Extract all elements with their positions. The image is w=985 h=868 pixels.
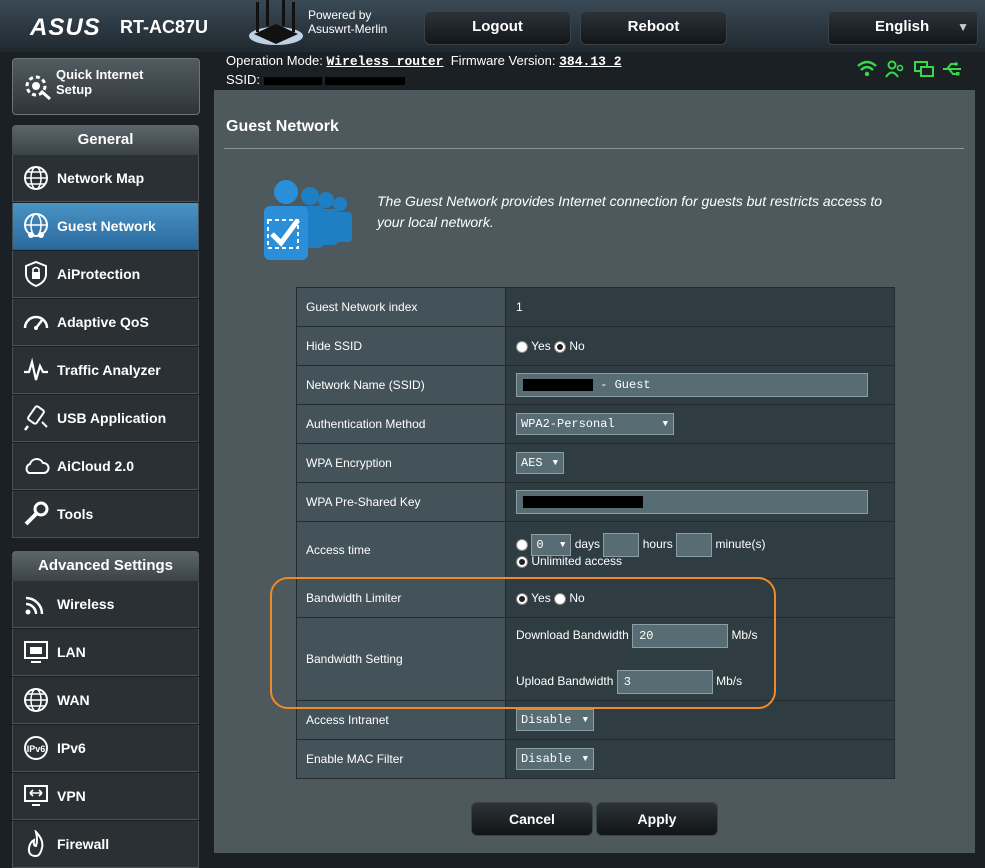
lock-icon — [25, 260, 47, 288]
globe-icon — [24, 166, 48, 190]
sidebar-item-lan[interactable]: LAN — [12, 629, 199, 676]
row-ssid: Network Name (SSID) - Guest — [296, 365, 895, 405]
row-hide-ssid: Hide SSID Yes No — [296, 326, 895, 366]
advanced-settings-header: Advanced Settings — [12, 551, 199, 581]
chevron-down-icon: ▼ — [662, 419, 668, 429]
language-select[interactable]: English ▼ — [828, 11, 978, 45]
chevron-down-icon: ▼ — [582, 754, 588, 764]
vpn-icon — [24, 785, 48, 806]
guest-users-icon — [264, 180, 352, 260]
sidebar-item-aicloud[interactable]: AiCloud 2.0 — [12, 443, 199, 490]
psk-input[interactable] — [516, 490, 868, 514]
pulse-icon — [24, 357, 48, 381]
access-intranet-select[interactable]: Disable ▼ — [516, 709, 594, 731]
top-bar: ASUS RT-AC87U Powered by Asuswrt-Merlin … — [0, 0, 985, 52]
apply-button[interactable]: Apply — [596, 802, 718, 836]
firmware-link[interactable]: 384.13_2 — [559, 54, 621, 69]
auth-method-select[interactable]: WPA2-Personal ▼ — [516, 413, 674, 435]
router-model: RT-AC87U — [120, 17, 209, 37]
svg-text:IPv6: IPv6 — [27, 744, 46, 754]
row-wpa-encryption: WPA Encryption AES ▼ — [296, 443, 895, 483]
page-title: Guest Network — [226, 118, 339, 135]
wifi-icon — [25, 596, 44, 615]
guest-index-value: 1 — [505, 287, 895, 327]
status-icons — [856, 60, 965, 83]
powered-by: Powered by Asuswrt-Merlin — [308, 8, 388, 36]
sidebar-item-wan[interactable]: WAN — [12, 677, 199, 724]
quick-internet-setup-button[interactable]: Quick Internet Setup — [12, 58, 200, 115]
reboot-button[interactable]: Reboot — [580, 11, 727, 45]
logout-button[interactable]: Logout — [424, 11, 571, 45]
ssid-input[interactable]: - Guest — [516, 373, 868, 397]
sidebar-item-tools[interactable]: Tools — [12, 491, 199, 538]
row-mac-filter: Enable MAC Filter Disable ▼ — [296, 739, 895, 779]
ssid-redacted — [263, 76, 322, 85]
language-value: English — [875, 18, 930, 35]
days-select[interactable]: 0 ▼ — [531, 533, 572, 556]
chevron-down-icon: ▼ — [957, 20, 969, 34]
sidebar-item-ipv6[interactable]: IPv6 IPv6 — [12, 725, 199, 772]
sidebar-item-aiprotection[interactable]: AiProtection — [12, 251, 199, 298]
sidebar-item-traffic-analyzer[interactable]: Traffic Analyzer — [12, 347, 199, 394]
unlimited-access-radio[interactable] — [516, 555, 528, 568]
cancel-button[interactable]: Cancel — [471, 802, 593, 836]
page-description: The Guest Network provides Internet conn… — [377, 193, 883, 230]
sidebar-item-wireless[interactable]: Wireless — [12, 581, 199, 628]
ssid-redacted-value — [523, 378, 593, 391]
asus-logo: ASUS — [30, 14, 101, 41]
network-status-icon[interactable] — [913, 60, 935, 78]
minutes-input[interactable] — [676, 532, 713, 557]
bandwidth-highlight-annotation — [270, 577, 776, 709]
hide-ssid-yes-radio[interactable] — [516, 340, 528, 353]
ssid-redacted-2 — [325, 76, 406, 85]
row-auth: Authentication Method WPA2-Personal ▼ — [296, 404, 895, 444]
cloud-icon — [25, 458, 50, 474]
mac-filter-select[interactable]: Disable ▼ — [516, 748, 594, 770]
main-panel: Guest Network The Guest Network provides… — [214, 90, 975, 853]
operation-mode-link[interactable]: Wireless router — [326, 54, 443, 69]
chevron-down-icon: ▼ — [582, 715, 588, 725]
sidebar-item-guest-network[interactable]: Guest Network — [12, 203, 199, 250]
row-psk: WPA Pre-Shared Key — [296, 482, 895, 522]
gauge-icon — [23, 315, 49, 330]
lan-icon — [24, 641, 48, 663]
sidebar-item-network-map[interactable]: Network Map — [12, 155, 199, 202]
wrench-icon — [24, 501, 49, 526]
router-icon — [249, 0, 303, 45]
sidebar-item-usb-application[interactable]: USB Application — [12, 395, 199, 442]
row-index: Guest Network index 1 — [296, 287, 895, 327]
quick-setup-label: Quick Internet Setup — [56, 67, 144, 97]
clients-status-icon[interactable] — [884, 60, 906, 78]
title-divider — [224, 148, 964, 149]
row-access-time: Access time 0 ▼ days hours minute(s) Unl… — [296, 521, 895, 579]
ipv6-icon: IPv6 — [24, 736, 48, 760]
psk-redacted-value — [523, 495, 643, 508]
general-header: General — [12, 125, 199, 155]
quick-setup-gear-icon — [25, 75, 51, 101]
guest-globe-icon — [24, 213, 48, 238]
chevron-down-icon: ▼ — [559, 539, 566, 550]
flame-icon — [27, 830, 44, 858]
sidebar-item-firewall[interactable]: Firewall — [12, 821, 199, 868]
access-time-limited-radio[interactable] — [516, 538, 528, 551]
status-info: Operation Mode: Wireless router Firmware… — [226, 53, 622, 87]
hide-ssid-no-radio[interactable] — [554, 340, 567, 353]
sidebar-item-adaptive-qos[interactable]: Adaptive QoS — [12, 299, 199, 346]
wifi-status-icon[interactable] — [856, 60, 878, 78]
sidebar-item-vpn[interactable]: VPN — [12, 773, 199, 820]
usb-icon — [24, 405, 48, 431]
wpa-encryption-select[interactable]: AES ▼ — [516, 452, 564, 474]
wan-globe-icon — [24, 688, 48, 712]
chevron-down-icon: ▼ — [552, 458, 558, 468]
usb-status-icon[interactable] — [941, 60, 963, 78]
